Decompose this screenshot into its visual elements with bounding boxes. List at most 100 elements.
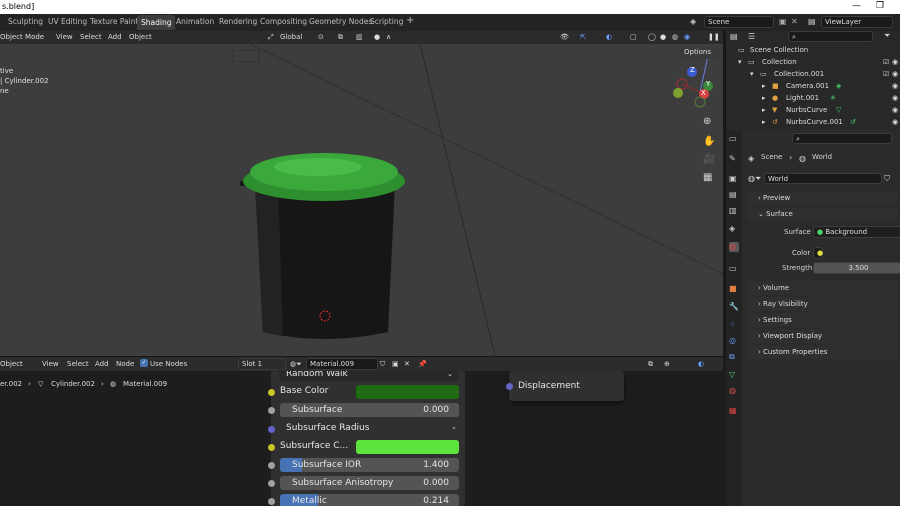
vector-socket[interactable] <box>506 383 513 390</box>
node-editor[interactable]: er.002 › ▽ Cylinder.002 › ◍ Material.009… <box>0 371 723 506</box>
eye-icon[interactable]: ◉ <box>892 118 898 126</box>
tab-sculpting[interactable]: Sculpting <box>8 17 43 26</box>
object-mode-dropdown[interactable]: Object Mode <box>0 33 44 41</box>
eye-icon[interactable]: ◉ <box>892 106 898 114</box>
tab-uv-editing[interactable]: UV Editing <box>48 17 87 26</box>
snap-node-icon[interactable]: ⧉ <box>648 360 653 369</box>
data-tab-icon[interactable]: ▽ <box>729 370 739 380</box>
eye-icon[interactable]: ◉ <box>892 70 898 78</box>
rendered-shading-icon[interactable]: ◉ <box>684 33 690 41</box>
snap-target-icon[interactable]: ▥ <box>356 33 363 41</box>
vector-socket[interactable] <box>268 426 275 433</box>
eye-icon[interactable]: ◉ <box>892 82 898 90</box>
panel-settings[interactable]: › Settings <box>748 313 898 327</box>
eye-icon[interactable]: ◉ <box>892 58 898 66</box>
texture-tab-icon[interactable]: ▦ <box>729 406 739 416</box>
tab-texture-paint[interactable]: Texture Paint <box>90 17 138 26</box>
panel-viewport-display[interactable]: › Viewport Display <box>748 329 898 343</box>
delete-scene-icon[interactable]: ✕ <box>791 17 798 26</box>
world-datablock-icon[interactable]: ◍⏷ <box>748 174 761 184</box>
list-item[interactable]: ▸ ▼ NurbsCurve ▽ ◉ <box>726 106 900 118</box>
checkbox-icon[interactable]: ☑ <box>883 70 889 78</box>
add-workspace-icon[interactable]: + <box>406 15 414 26</box>
unlink-material-icon[interactable]: ✕ <box>404 360 410 368</box>
list-item[interactable]: ▸ ↺ NurbsCurve.001 ↺ ◉ <box>726 118 900 130</box>
render-tab-icon[interactable]: ▣ <box>729 174 739 184</box>
overlay-icon[interactable]: ◐ <box>606 33 612 41</box>
pivot-icon[interactable]: ⊙ <box>318 33 324 41</box>
node-menu-view[interactable]: View <box>42 360 59 368</box>
eye-icon[interactable]: ◉ <box>892 94 898 102</box>
node-object-dropdown[interactable]: Object <box>0 360 23 368</box>
menu-select[interactable]: Select <box>80 33 102 41</box>
maximize-icon[interactable]: ❐ <box>876 1 884 11</box>
viewlayer-field[interactable]: ViewLayer <box>821 16 893 28</box>
panel-volume[interactable]: › Volume <box>748 281 898 295</box>
list-item[interactable]: ▭ Scene Collection <box>726 46 900 58</box>
falloff-icon[interactable]: ∧ <box>386 33 391 41</box>
collection-tab-icon[interactable]: ▭ <box>729 264 739 274</box>
modifier-tab-icon[interactable]: 🔧 <box>729 302 739 312</box>
pan-hand-icon[interactable]: ✋ <box>703 136 715 147</box>
proportional-edit-icon[interactable]: ● <box>374 33 380 41</box>
tab-rendering[interactable]: Rendering <box>219 17 257 26</box>
metallic-slider[interactable]: Metallic 0.214 <box>280 494 459 506</box>
subsurface-anisotropy-slider[interactable]: Subsurface Anisotropy 0.000 <box>280 476 459 490</box>
node-menu-node[interactable]: Node <box>116 360 134 368</box>
view-layer-tab-icon[interactable]: ▥ <box>729 206 739 216</box>
color-socket-button[interactable]: ● <box>813 247 823 259</box>
subsurface-ior-slider[interactable]: Subsurface IOR 1.400 <box>280 458 459 472</box>
node-menu-select[interactable]: Select <box>67 360 89 368</box>
tab-shading[interactable]: Shading <box>137 15 176 30</box>
list-item[interactable]: ▾ ▭ Collection.001 ☑ ◉ <box>726 70 900 82</box>
physics-tab-icon[interactable]: ◎ <box>729 336 739 346</box>
tab-geometry-nodes[interactable]: Geometry Nodes <box>309 17 372 26</box>
tab-scripting[interactable]: Scripting <box>370 17 403 26</box>
list-item[interactable]: ▸ ● Light.001 ✳ ◉ <box>726 94 900 106</box>
visibility-icon[interactable]: 👁 <box>560 33 569 41</box>
material-tab-icon[interactable]: ◍ <box>729 386 739 396</box>
backdrop-icon[interactable]: ◐ <box>698 360 704 368</box>
fake-user-icon[interactable]: ⛉ <box>380 360 385 369</box>
world-tab-icon[interactable]: ◍ <box>729 242 739 252</box>
zoom-icon[interactable]: ⊕ <box>703 116 711 127</box>
scene-field[interactable]: Scene <box>704 16 774 28</box>
material-browse-icon[interactable]: ◍⏷ <box>290 360 302 369</box>
camera-view-icon[interactable]: 🎥 <box>703 154 715 165</box>
fake-user-icon[interactable]: ⛉ <box>884 174 890 184</box>
constraints-tab-icon[interactable]: ⧉ <box>729 352 739 362</box>
filter-icon[interactable]: ⏷ <box>884 31 890 41</box>
panel-preview[interactable]: › Preview <box>748 191 898 205</box>
subsurface-color-swatch[interactable] <box>356 440 459 454</box>
list-item[interactable]: ▸ ■ Camera.001 ◈ ◉ <box>726 82 900 94</box>
strength-slider[interactable]: 3.500 <box>813 262 900 274</box>
tab-compositing[interactable]: Compositing <box>260 17 307 26</box>
properties-editor-icon[interactable]: ▭ <box>729 134 739 144</box>
slot-dropdown[interactable]: Slot 1 <box>238 358 286 370</box>
options-dropdown[interactable]: Options <box>681 47 719 59</box>
ortho-grid-icon[interactable]: ▦ <box>703 172 712 183</box>
float-socket[interactable] <box>268 407 275 414</box>
menu-add[interactable]: Add <box>108 33 122 41</box>
object-tab-icon[interactable]: ■ <box>729 284 739 294</box>
menu-view[interactable]: View <box>56 33 73 41</box>
outliner-search[interactable]: ⌕ <box>788 31 873 42</box>
list-item[interactable]: ▾ ▭ Collection ☑ ◉ <box>726 58 900 70</box>
scene-tab-icon[interactable]: ◈ <box>729 224 739 234</box>
float-socket[interactable] <box>268 498 275 505</box>
material-output-node[interactable]: Displacement <box>506 371 624 401</box>
duplicate-material-icon[interactable]: ▣ <box>392 360 399 368</box>
wireframe-shading-icon[interactable]: ◯ <box>648 33 656 41</box>
checkbox-icon[interactable]: ☑ <box>883 58 889 66</box>
output-tab-icon[interactable]: ▤ <box>729 190 739 200</box>
base-color-swatch[interactable] <box>356 385 459 399</box>
overlay-node-icon[interactable]: ⊕ <box>664 360 670 368</box>
snap-icon[interactable]: ⧉ <box>338 33 343 42</box>
use-nodes-checkbox[interactable]: ✓ <box>140 359 148 367</box>
principled-bsdf-node[interactable]: Random Walk ⌄ Base Color Subsurface 0.00… <box>268 371 465 506</box>
float-socket[interactable] <box>268 480 275 487</box>
surface-shader-field[interactable]: ● Background <box>813 226 900 238</box>
panel-custom-properties[interactable]: › Custom Properties <box>748 345 898 359</box>
3d-viewport[interactable]: tive | Cylinder.002 ne Z Y X Options ⊕ ✋… <box>0 44 723 356</box>
subsurface-slider[interactable]: Subsurface 0.000 <box>280 403 459 417</box>
